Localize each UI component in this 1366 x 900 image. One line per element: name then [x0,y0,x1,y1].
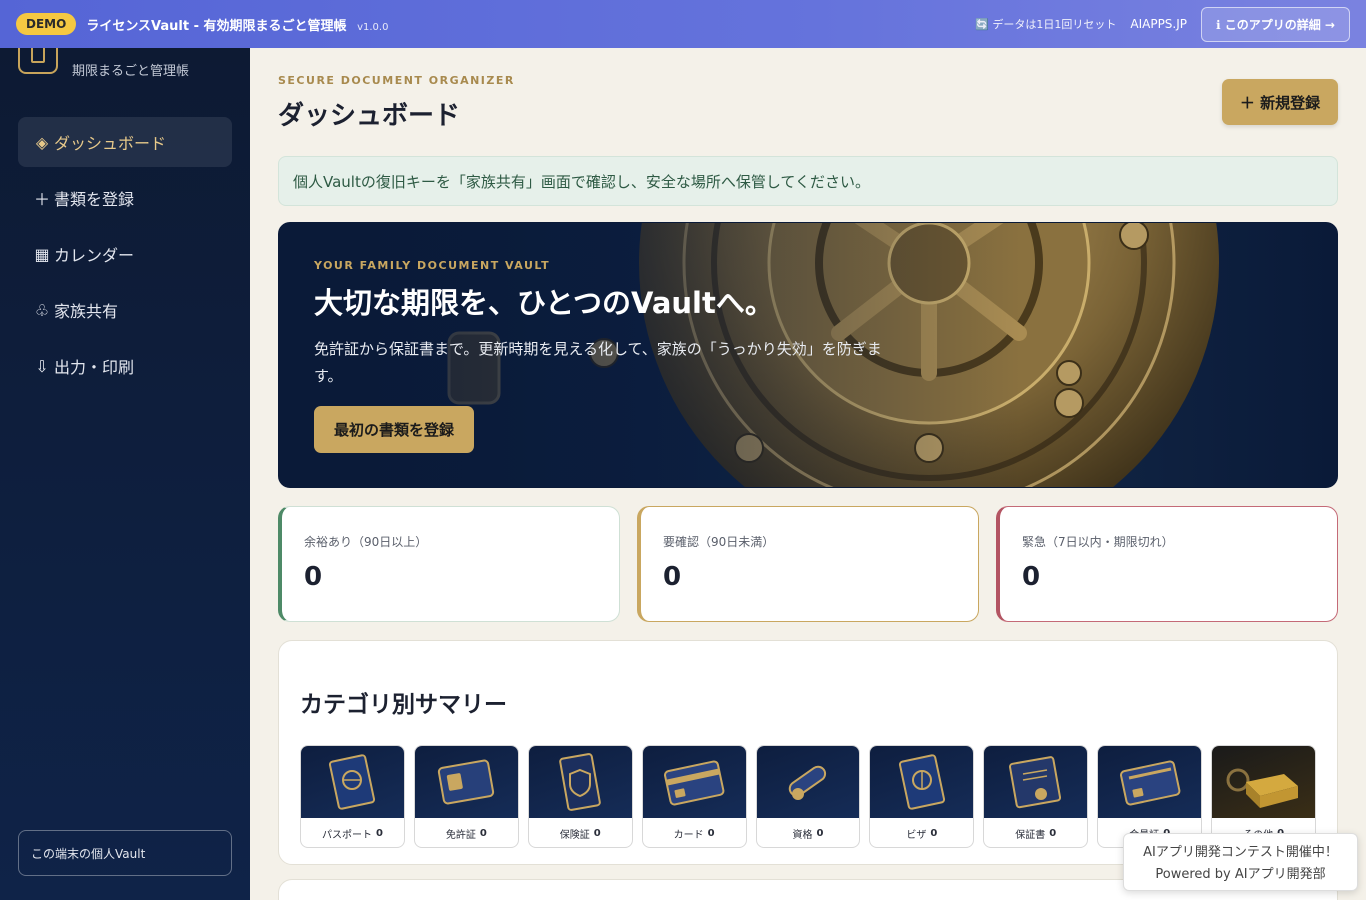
category-count: 0 [1049,828,1057,839]
status-stats: 余裕あり（90日以上） 0 要確認（90日未満） 0 緊急（7日以内・期限切れ）… [278,506,1338,622]
sidebar-item-label: 書類を登録 [54,190,135,209]
license-card-icon [414,746,518,818]
site-link[interactable]: AIAPPS.JP [1130,17,1187,31]
personal-vault-button[interactable]: この端末の個人Vault [18,830,232,876]
category-name: 保証書 [1015,830,1046,841]
stat-label: 緊急（7日以内・期限切れ） [1022,535,1174,549]
category-count: 0 [930,828,938,839]
app-version: v1.0.0 [357,21,389,33]
category-label: パスポート 0 [301,818,404,847]
contest-banner[interactable]: AIアプリ開発コンテスト開催中！ Powered by AIアプリ開発部 [1123,833,1358,891]
reset-note: 🔄 データは1日1回リセット [975,18,1117,31]
category-card-qualification[interactable]: 資格 0 [755,745,861,848]
category-card-warranty[interactable]: 保証書 0 [983,745,1089,848]
sidebar-item-dashboard[interactable]: ◈ ダッシュボード [18,117,232,167]
plus-icon: ＋ [33,190,50,209]
stat-label: 余裕あり（90日以上） [304,535,428,549]
hero-content: YOUR FAMILY DOCUMENT VAULT 大切な期限を、ひとつのVa… [314,259,914,453]
visa-passport-icon [870,746,974,818]
credit-card-icon [642,746,746,818]
new-register-button[interactable]: ＋ 新規登録 [1222,79,1338,125]
main-content: SECURE DOCUMENT ORGANIZER ダッシュボード ＋ 新規登録… [278,48,1338,865]
category-summary: カテゴリ別サマリー パスポート 0 免許証 0 保険証 0 カード 0 資格 0… [278,640,1338,865]
brand: 期限まるごと管理帳 [0,48,250,92]
brand-subtitle: 期限まるごと管理帳 [72,64,190,79]
category-label: ビザ 0 [870,818,973,847]
category-count: 0 [816,828,824,839]
topbar-right: 🔄 データは1日1回リセット AIAPPS.JP ℹ このアプリの詳細 → [975,6,1350,42]
sidebar-item-label: ダッシュボード [54,134,167,153]
category-card-passport[interactable]: パスポート 0 [300,745,405,848]
stat-value: 0 [304,562,323,592]
stat-value: 0 [663,562,682,592]
sidebar-item-family[interactable]: ♧ 家族共有 [18,285,232,335]
category-count: 0 [479,828,487,839]
category-label: 保証書 0 [984,818,1087,847]
category-name: 保険証 [559,830,590,841]
category-name: ビザ [906,830,927,841]
category-card-license[interactable]: 免許証 0 [413,745,519,848]
vault-drawer-icon [1212,746,1316,818]
vault-logo-icon [18,48,58,74]
category-count: 0 [593,828,601,839]
stat-value: 0 [1022,562,1041,592]
contest-line-2: Powered by AIアプリ開発部 [1155,867,1326,882]
stat-card-ok: 余裕あり（90日以上） 0 [278,506,620,622]
sidebar-item-calendar[interactable]: ▦ カレンダー [18,229,232,279]
app-title-text: ライセンスVault - 有効期限まるごと管理帳 [86,18,347,34]
category-label: 免許証 0 [415,818,518,847]
category-label: 保険証 0 [529,818,632,847]
warranty-certificate-icon [984,746,1088,818]
category-summary-title: カテゴリ別サマリー [300,692,507,718]
app-detail-button[interactable]: ℹ このアプリの詳細 → [1201,6,1350,42]
category-card-insurance[interactable]: 保険証 0 [527,745,633,848]
family-icon: ♧ [34,300,50,320]
download-icon: ⇩ [35,356,49,376]
recovery-key-notice: 個人Vaultの復旧キーを「家族共有」画面で確認し、安全な場所へ保管してください… [278,156,1338,206]
demo-badge: DEMO [16,13,77,35]
category-card-visa[interactable]: ビザ 0 [869,745,975,848]
hero-kicker: YOUR FAMILY DOCUMENT VAULT [314,259,551,272]
calendar-icon: ▦ [34,244,50,264]
page-kicker: SECURE DOCUMENT ORGANIZER [278,74,515,87]
page-title: ダッシュボード [278,101,461,131]
hero-title: 大切な期限を、ひとつのVaultへ。 [314,286,774,320]
category-name: 資格 [792,830,813,841]
passport-icon [301,746,404,818]
category-name: 免許証 [445,830,476,841]
sidebar-item-label: カレンダー [54,246,135,265]
app-title: ライセンスVault - 有効期限まるごと管理帳 v1.0.0 [86,15,388,34]
category-count: 0 [707,828,715,839]
contest-line-1: AIアプリ開発コンテスト開催中！ [1143,845,1338,860]
stat-label: 要確認（90日未満） [663,535,775,549]
sidebar-item-register[interactable]: ＋ 書類を登録 [18,173,232,223]
shield-card-icon [528,746,632,818]
sidebar-item-label: 家族共有 [54,302,119,321]
category-name: パスポート [321,830,372,841]
category-card-card[interactable]: カード 0 [641,745,747,848]
register-first-document-button[interactable]: 最初の書類を登録 [314,406,474,453]
member-card-icon [1098,746,1202,818]
hero-banner: YOUR FAMILY DOCUMENT VAULT 大切な期限を、ひとつのVa… [278,222,1338,488]
sidebar-nav: ◈ ダッシュボード ＋ 書類を登録 ▦ カレンダー ♧ 家族共有 ⇩ 出力・印刷 [0,117,250,391]
demo-topbar: DEMO ライセンスVault - 有効期限まるごと管理帳 v1.0.0 🔄 デ… [0,0,1366,48]
category-name: カード [673,830,704,841]
hero-description: 免許証から保証書まで。更新時期を見える化して、家族の「うっかり失効」を防ぎます。 [314,340,882,385]
category-count: 0 [375,828,383,839]
diamond-icon: ◈ [35,132,49,152]
sidebar-item-label: 出力・印刷 [54,358,135,377]
stat-card-urgent: 緊急（7日以内・期限切れ） 0 [996,506,1338,622]
diploma-scroll-icon [756,746,860,818]
category-label: カード 0 [643,818,746,847]
category-label: 資格 0 [757,818,860,847]
sidebar: 期限まるごと管理帳 ◈ ダッシュボード ＋ 書類を登録 ▦ カレンダー ♧ 家族… [0,48,250,900]
stat-card-check: 要確認（90日未満） 0 [637,506,979,622]
sidebar-item-export[interactable]: ⇩ 出力・印刷 [18,341,232,391]
